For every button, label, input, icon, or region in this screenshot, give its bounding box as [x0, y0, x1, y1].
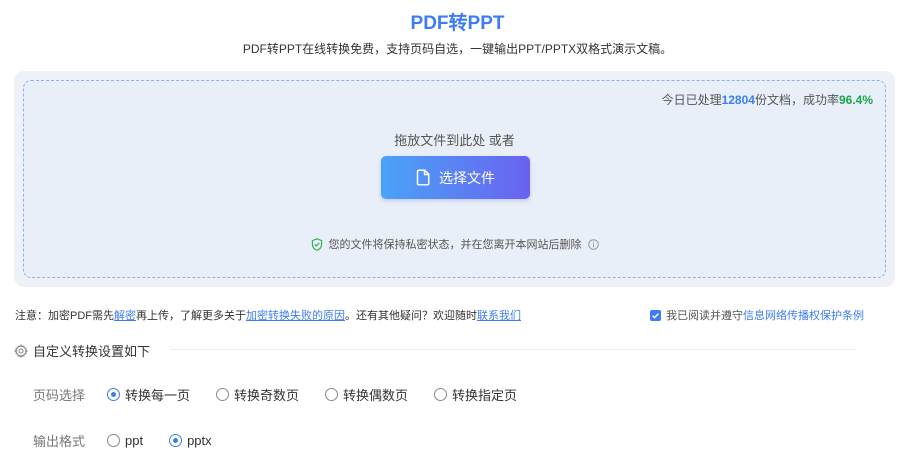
- radio-circle[interactable]: [434, 388, 448, 401]
- radio-circle[interactable]: [216, 388, 230, 401]
- upload-dropzone[interactable]: 今日已处理12804份文档，成功率96.4% 拖放文件到此处 或者 选择文件 您…: [23, 80, 886, 278]
- stats-count: 12804: [721, 93, 755, 107]
- shield-check-icon: [311, 237, 322, 251]
- privacy-note: 您的文件将保持私密状态，并在您离开本网站后删除: [24, 236, 885, 252]
- checkbox-checked-icon[interactable]: [650, 309, 661, 321]
- radio-circle[interactable]: [325, 388, 339, 401]
- radio-pptx[interactable]: pptx: [169, 433, 212, 448]
- page-selection-row: 页码选择 转换每一页 转换奇数页 转换偶数页 转换指定页: [33, 385, 543, 404]
- drop-hint: 拖放文件到此处 或者: [394, 133, 515, 148]
- radio-odd-pages[interactable]: 转换奇数页: [216, 385, 299, 404]
- radio-circle-selected[interactable]: [107, 388, 120, 401]
- upload-panel: 今日已处理12804份文档，成功率96.4% 拖放文件到此处 或者 选择文件 您…: [14, 71, 895, 287]
- radio-odd-pages-label: 转换奇数页: [234, 388, 300, 403]
- settings-header: 自定义转换设置如下: [14, 341, 150, 360]
- settings-divider: [170, 349, 856, 350]
- radio-even-pages[interactable]: 转换偶数页: [325, 385, 408, 404]
- radio-circle[interactable]: [107, 434, 120, 447]
- notice-text-1: 注意：加密PDF需先: [15, 310, 114, 322]
- agreement-prefix: 我已阅读并遵守: [666, 310, 743, 322]
- radio-every-page-label: 转换每一页: [125, 388, 191, 403]
- encryption-notice: 注意：加密PDF需先解密再上传，了解更多关于加密转换失败的原因。还有其他疑问？欢…: [15, 307, 521, 323]
- privacy-text: 您的文件将保持私密状态，并在您离开本网站后删除: [328, 239, 582, 251]
- radio-ppt-label: ppt: [125, 433, 144, 448]
- agreement-checkbox[interactable]: 我已阅读并遵守信息网络传播权保护条例: [650, 307, 864, 323]
- stats-prefix: 今日已处理: [661, 93, 722, 107]
- radio-circle-selected[interactable]: [169, 434, 183, 447]
- radio-even-pages-label: 转换偶数页: [343, 388, 409, 403]
- decrypt-link[interactable]: 解密: [114, 310, 136, 322]
- stats-middle: 份文档，成功率: [754, 93, 839, 107]
- page-selection-label: 页码选择: [33, 388, 86, 403]
- page-title: PDF转PPT: [410, 13, 505, 34]
- radio-pptx-label: pptx: [187, 433, 212, 448]
- select-file-button[interactable]: 选择文件: [381, 156, 530, 199]
- radio-every-page[interactable]: 转换每一页: [107, 385, 190, 404]
- info-icon[interactable]: [587, 238, 599, 250]
- notice-text-2: 再上传，了解更多关于: [136, 310, 246, 322]
- notice-text-3: 。还有其他疑问？欢迎随时: [345, 310, 477, 322]
- settings-title: 自定义转换设置如下: [33, 344, 151, 359]
- output-format-row: 输出格式 ppt pptx: [33, 431, 238, 450]
- failure-reason-link[interactable]: 加密转换失败的原因: [246, 310, 345, 322]
- radio-ppt[interactable]: ppt: [107, 433, 143, 448]
- stats-rate: 96.4%: [838, 93, 873, 107]
- contact-us-link[interactable]: 联系我们: [477, 310, 521, 322]
- processing-stats: 今日已处理12804份文档，成功率96.4%: [662, 91, 873, 108]
- radio-specified-pages[interactable]: 转换指定页: [434, 385, 517, 404]
- select-file-label: 选择文件: [439, 169, 495, 186]
- output-format-label: 输出格式: [33, 434, 86, 449]
- file-icon: [416, 169, 430, 186]
- regulation-link[interactable]: 信息网络传播权保护条例: [743, 310, 864, 322]
- radio-specified-pages-label: 转换指定页: [452, 388, 518, 403]
- gear-icon: [14, 343, 28, 358]
- page-subtitle: PDF转PPT在线转换免费，支持页码自选，一键输出PPT/PPTX双格式演示文稿…: [242, 42, 673, 56]
